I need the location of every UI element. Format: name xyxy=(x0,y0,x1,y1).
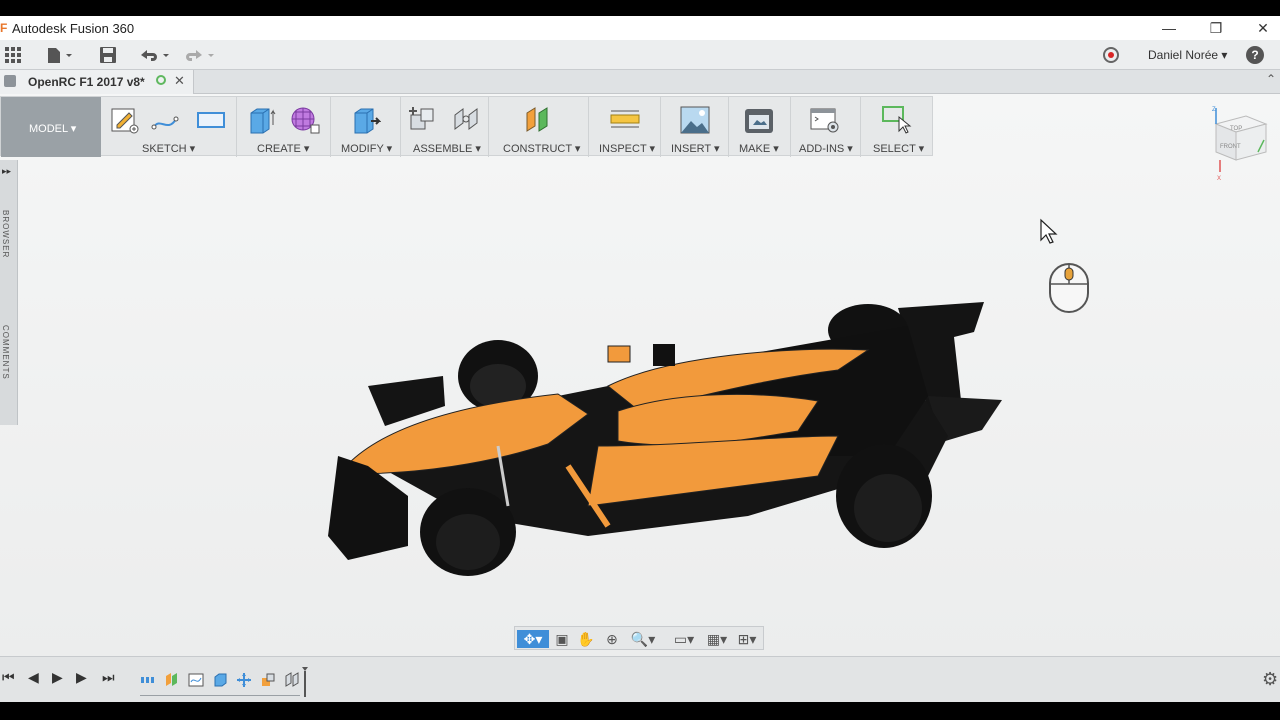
zoom-icon[interactable]: ⊕ xyxy=(601,630,623,648)
sketch-label: SKETCH ▾ xyxy=(142,143,196,155)
workspace-switcher[interactable]: MODEL ▾ xyxy=(1,97,101,157)
sketch-edit-icon[interactable] xyxy=(109,105,141,135)
viewcube-icon[interactable]: TOP FRONT Z X xyxy=(1208,104,1268,184)
timeline-feature-icon[interactable] xyxy=(284,672,300,688)
quick-access-toolbar: Daniel Norée ▾ ? xyxy=(0,40,1280,70)
new-component-icon[interactable] xyxy=(407,105,439,135)
modify-group[interactable]: MODIFY ▾ xyxy=(331,97,401,157)
timeline-feature-icon[interactable] xyxy=(212,672,228,688)
redo-icon[interactable] xyxy=(184,46,218,64)
create-group[interactable]: CREATE ▾ xyxy=(237,97,331,157)
insert-image-icon[interactable] xyxy=(679,105,711,135)
viewports-icon[interactable]: ⊞▾ xyxy=(733,630,761,648)
construct-group[interactable]: CONSTRUCT ▾ xyxy=(489,97,589,157)
undo-icon[interactable] xyxy=(139,46,173,64)
toolbar-ribbon: MODEL ▾ SKETCH ▾ CREATE ▾ MODIFY ▾ ASSEM… xyxy=(0,96,933,157)
inspect-group[interactable]: INSPECT ▾ xyxy=(589,97,661,157)
expand-panel-icon[interactable]: ▸▸ xyxy=(2,166,11,177)
timeline-bar: ⏮ ◀ ▶ ▶ ⏭ ⚙ xyxy=(0,656,1280,702)
grid-icon[interactable] xyxy=(4,46,22,64)
look-at-icon[interactable]: ▣ xyxy=(551,630,573,648)
fusion-window: F Autodesk Fusion 360 — ❐ ✕ Daniel Norée… xyxy=(0,0,1280,720)
mouse-middle-button-icon xyxy=(1049,263,1089,313)
viewcube-front-label: FRONT xyxy=(1220,144,1241,150)
f1-car-model[interactable] xyxy=(318,296,1018,586)
measure-icon[interactable] xyxy=(609,105,641,135)
title-bar: F Autodesk Fusion 360 — ❐ ✕ xyxy=(0,16,1280,40)
bottom-letterbox xyxy=(0,702,1280,720)
viewcube-z-label: Z xyxy=(1212,107,1216,113)
file-icon[interactable] xyxy=(46,46,76,64)
fusion-logo-icon: F xyxy=(0,21,8,35)
timeline-marker[interactable] xyxy=(302,667,308,697)
viewcube-top-label: TOP xyxy=(1230,126,1242,132)
document-tab-bar: OpenRC F1 2017 v8* ✕ ⌃ xyxy=(0,70,1280,94)
sketch-group[interactable]: SKETCH ▾ xyxy=(101,97,237,157)
construct-label: CONSTRUCT ▾ xyxy=(503,143,581,155)
document-icon xyxy=(4,75,16,87)
record-icon[interactable] xyxy=(1103,47,1119,63)
offset-plane-icon[interactable] xyxy=(523,105,555,135)
select-label: SELECT ▾ xyxy=(873,143,925,155)
select-icon[interactable] xyxy=(881,105,913,135)
press-pull-icon[interactable] xyxy=(349,105,381,135)
timeline-track xyxy=(140,695,300,696)
timeline-feature-icon[interactable] xyxy=(140,672,156,688)
assemble-label: ASSEMBLE ▾ xyxy=(413,143,481,155)
timeline-next-button[interactable]: ▶ xyxy=(76,669,87,686)
make-label: MAKE ▾ xyxy=(739,143,779,155)
addins-group[interactable]: ADD-INS ▾ xyxy=(791,97,861,157)
select-group[interactable]: SELECT ▾ xyxy=(861,97,933,157)
navigation-bar: ✥▾ ▣ ✋ ⊕ 🔍▾ ▭▾ ▦▾ ⊞▾ xyxy=(514,626,764,650)
help-icon[interactable]: ? xyxy=(1246,46,1264,64)
close-window-button[interactable]: ✕ xyxy=(1248,18,1278,38)
timeline-prev-button[interactable]: ◀ xyxy=(28,669,39,686)
save-icon[interactable] xyxy=(99,46,117,64)
grid-settings-icon[interactable]: ▦▾ xyxy=(703,630,731,648)
comments-tab[interactable]: COMMENTS xyxy=(1,325,10,380)
user-menu[interactable]: Daniel Norée ▾ xyxy=(1148,48,1227,62)
sculpt-form-icon[interactable] xyxy=(289,105,321,135)
zoom-window-icon[interactable]: 🔍▾ xyxy=(627,630,659,648)
addins-label: ADD-INS ▾ xyxy=(799,143,853,155)
timeline-feature-icon[interactable] xyxy=(164,672,180,688)
modify-label: MODIFY ▾ xyxy=(341,143,393,155)
mouse-pointer-icon xyxy=(1040,218,1058,244)
document-tab[interactable]: OpenRC F1 2017 v8* ✕ xyxy=(0,70,194,94)
timeline-settings-gear-icon[interactable]: ⚙ xyxy=(1262,669,1278,690)
insert-label: INSERT ▾ xyxy=(671,143,720,155)
3d-print-icon[interactable] xyxy=(743,105,775,135)
pan-icon[interactable]: ✋ xyxy=(575,630,597,648)
sync-status-icon xyxy=(156,75,166,85)
collapse-chevron-icon[interactable]: ⌃ xyxy=(1266,72,1276,86)
timeline-feature-icon[interactable] xyxy=(236,672,252,688)
window-title: Autodesk Fusion 360 xyxy=(12,21,135,36)
timeline-last-button[interactable]: ⏭ xyxy=(102,669,115,686)
spline-icon[interactable] xyxy=(151,105,183,135)
inspect-label: INSPECT ▾ xyxy=(599,143,656,155)
left-side-panel: ▸▸ BROWSER COMMENTS xyxy=(0,160,18,425)
assemble-group[interactable]: ASSEMBLE ▾ xyxy=(401,97,489,157)
create-label: CREATE ▾ xyxy=(257,143,310,155)
timeline-feature-icon[interactable] xyxy=(260,672,276,688)
display-settings-icon[interactable]: ▭▾ xyxy=(669,630,699,648)
scripts-icon[interactable] xyxy=(809,105,841,135)
make-group[interactable]: MAKE ▾ xyxy=(729,97,791,157)
rectangle-icon[interactable] xyxy=(195,105,227,135)
timeline-play-button[interactable]: ▶ xyxy=(52,669,63,686)
minimize-button[interactable]: — xyxy=(1154,18,1184,38)
insert-group[interactable]: INSERT ▾ xyxy=(661,97,729,157)
restore-button[interactable]: ❐ xyxy=(1201,18,1231,38)
workspace-label: MODEL ▾ xyxy=(29,123,77,135)
viewcube-x-label: X xyxy=(1217,176,1221,182)
joint-icon[interactable] xyxy=(451,105,483,135)
timeline-first-button[interactable]: ⏮ xyxy=(2,669,15,686)
timeline-feature-icon[interactable] xyxy=(188,672,204,688)
browser-tab[interactable]: BROWSER xyxy=(1,210,10,258)
close-tab-button[interactable]: ✕ xyxy=(174,73,185,89)
extrude-icon[interactable] xyxy=(245,105,277,135)
document-tab-label: OpenRC F1 2017 v8* xyxy=(28,75,145,89)
orbit-icon[interactable]: ✥▾ xyxy=(517,630,549,648)
